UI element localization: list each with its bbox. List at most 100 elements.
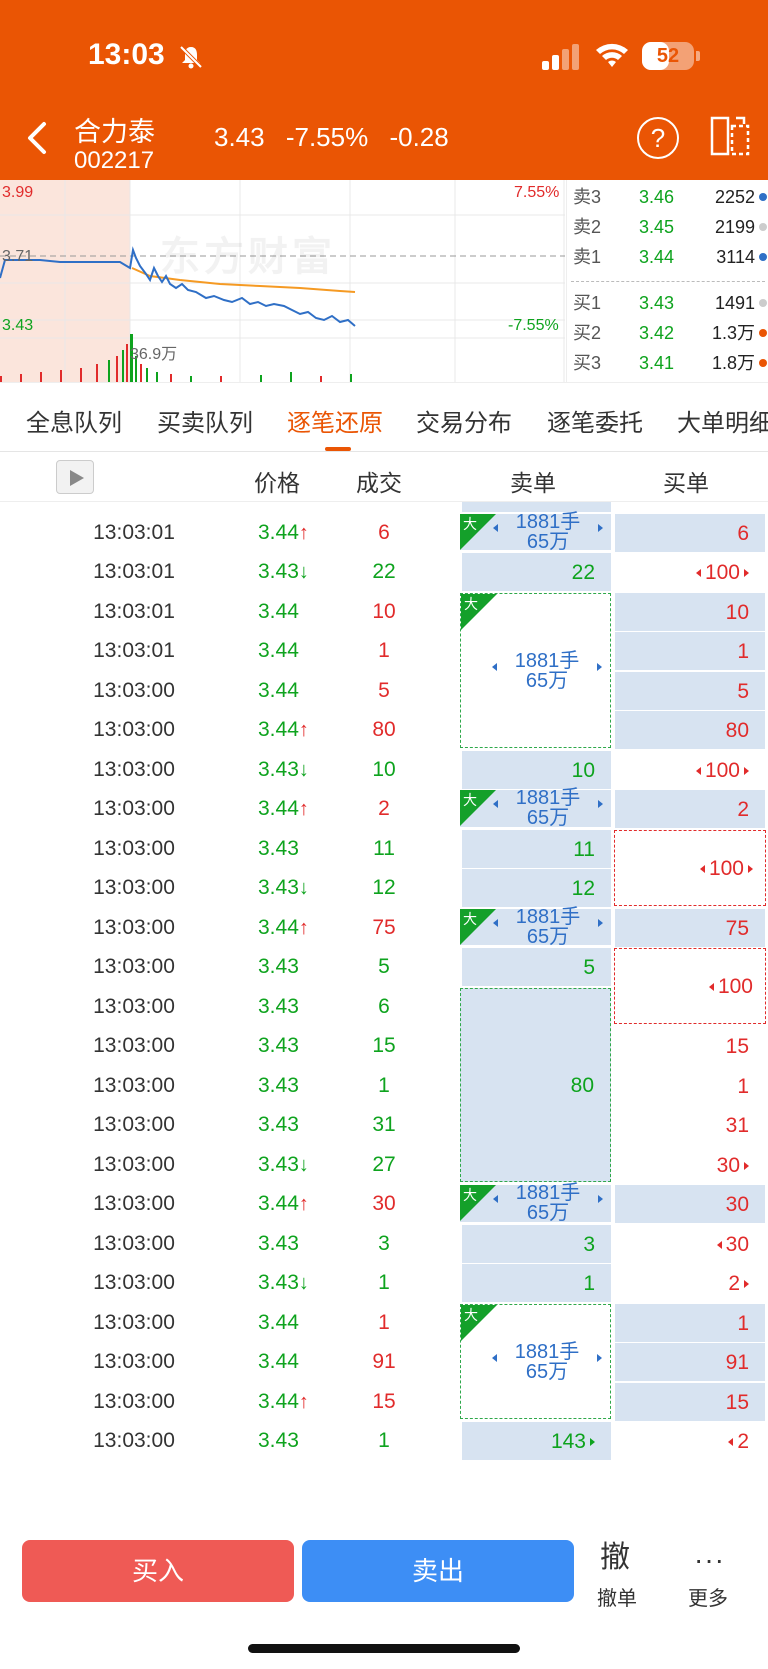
big-order-block[interactable]: 大 1881手 65万 [460,1183,611,1223]
tab-tick-restore[interactable]: 逐笔还原 [287,403,383,438]
wifi-icon [596,43,628,67]
more-icon[interactable]: ··· [694,1544,725,1576]
buy-order-cell[interactable]: 15 [615,1382,765,1421]
big-order-block[interactable]: 大 1881手 65万 [460,788,611,828]
big-order-block[interactable]: 大 1881手 65万 [460,592,611,748]
buy-order-cell[interactable]: 2 [615,1422,765,1460]
trade-row[interactable]: 13:03:00 3.44↑ 30 30 [0,1183,768,1225]
trade-row[interactable]: 13:03:00 3.43↓ 1 1 2 [0,1262,768,1304]
buy-order-cell[interactable]: 30 [615,1225,765,1263]
order-book-level: 买1 [573,293,602,313]
big-order-flag-text: 大 [464,1306,478,1323]
sell-order-value: 3 [583,1232,595,1256]
tab-bid-ask-queue[interactable]: 买卖队列 [157,403,253,438]
sell-order-cell[interactable]: 143 [462,1422,611,1460]
buy-order-cell[interactable]: 31 [615,1106,765,1144]
sell-order-cell[interactable]: 11 [462,829,611,868]
switch-layout-icon[interactable] [708,114,752,158]
tab-tick-orders[interactable]: 逐笔委托 [547,403,643,438]
big-order-block[interactable]: 大 1881手 65万 [460,1303,611,1419]
buy-order-cell[interactable]: 1 [615,1067,765,1105]
trade-price: 3.43↓ [258,1152,309,1176]
order-book-row[interactable]: 买1 3.43 1491 [567,288,768,318]
trade-list[interactable]: 13:03:023.43↓345810013:03:013.44↑6613:03… [0,502,768,1532]
sell-order-cell[interactable]: 1 [462,1264,611,1302]
sell-order-cell[interactable]: 5 [462,948,611,986]
trade-row[interactable]: 13:03:01 3.43↓ 22 22 100 [0,551,768,593]
buy-order-cell[interactable]: 30 [615,1185,765,1223]
trade-row[interactable]: 13:03:00 3.43 1 1 [0,1065,768,1107]
buy-order-cell[interactable]: 5 [615,671,765,710]
trade-row[interactable]: 13:03:00 3.43 3 3 30 [0,1223,768,1265]
order-book-row[interactable]: 买2 3.42 1.3万 [567,318,768,348]
play-button[interactable] [56,460,94,494]
trade-row[interactable]: 13:03:00 3.43 15 15 [0,1025,768,1067]
trade-row[interactable]: 13:03:00 3.44 1 1 [0,1302,768,1344]
trade-row[interactable]: 13:03:01 3.44↑ 6 6 [0,512,768,554]
trade-row[interactable]: 13:03:00 3.43 1 143 2 [0,1420,768,1462]
big-order-block[interactable]: 大 1881手 65万 [460,512,611,552]
back-arrow-icon[interactable] [22,118,52,158]
trade-row[interactable]: 13:03:00 3.44↑ 80 80 [0,709,768,751]
sell-order-cell[interactable]: 10 [462,750,611,789]
order-book-row[interactable]: 买3 3.41 1.8万 [567,348,768,378]
big-order-lots: 1881手 [514,1341,580,1364]
sell-order-cell[interactable]: 12 [462,869,611,907]
buy-order-cell[interactable]: 80 [615,711,765,749]
cancel-order-label[interactable]: 撤单 [597,1582,637,1611]
merged-buy-block[interactable]: 100 [614,829,766,906]
order-book-row[interactable]: 卖3 3.46 2252 [567,182,768,212]
buy-order-cell[interactable]: 75 [615,908,765,947]
trade-row[interactable]: 13:03:00 3.44↑ 15 15 [0,1381,768,1423]
buy-order-cell[interactable]: 15 [615,1027,765,1065]
trade-row[interactable]: 13:03:00 3.43↓ 10 10 100 [0,749,768,791]
order-book-row[interactable]: 卖2 3.45 2199 [567,212,768,242]
help-icon[interactable]: ? [637,117,679,159]
order-book-price: 3.44 [639,247,675,267]
big-order-block[interactable]: 大 1881手 65万 [460,907,611,947]
buy-order-value: 15 [725,1035,749,1058]
order-book[interactable]: 卖3 3.46 2252 卖2 3.45 2199 卖1 3.44 3114 买1 3.43 1491… [566,180,768,382]
big-order-flag-text: 大 [463,910,477,927]
trade-price: 3.44 [258,639,299,662]
trade-row[interactable]: 13:03:00 3.44↑ 75 75 [0,907,768,949]
sell-button[interactable]: 卖出 [302,1540,574,1602]
buy-order-cell[interactable]: 6 [615,513,765,552]
trade-row[interactable]: 13:03:00 3.44↑ 2 2 [0,788,768,830]
trade-volume: 10 [372,757,396,781]
trade-price: 3.44↑ [258,915,309,939]
buy-order-cell[interactable]: 100 [615,553,765,591]
buy-button[interactable]: 买入 [22,1540,294,1602]
buy-order-cell[interactable]: 10 [615,592,765,631]
buy-order-value: 100 [696,759,749,783]
big-order-flag-text: 大 [464,595,478,612]
trade-row[interactable]: 13:03:00 3.44 5 5 [0,670,768,712]
more-label[interactable]: 更多 [688,1582,728,1611]
trade-row[interactable]: 13:03:00 3.44 91 91 [0,1341,768,1383]
buy-order-cell[interactable]: 1 [615,632,765,670]
sell-order-cell[interactable]: 22 [462,553,611,591]
buy-order-cell[interactable]: 30 [615,1146,765,1184]
buy-order-cell[interactable]: 100 [615,751,765,789]
buy-order-cell[interactable]: 2 [615,1264,765,1302]
big-order-text: 1881手 65万 [493,788,603,828]
trade-row[interactable]: 13:03:00 3.43↓ 27 30 [0,1144,768,1186]
order-book-row[interactable]: 卖1 3.44 3114 [567,242,768,272]
trade-row[interactable]: 13:03:00 3.43 31 31 [0,1104,768,1146]
buy-order-cell[interactable]: 91 [615,1343,765,1381]
trade-row[interactable]: 13:03:01 3.44 1 1 [0,630,768,672]
buy-order-cell[interactable]: 1 [615,1303,765,1342]
tab-big-order-detail[interactable]: 大单明细 [677,403,768,438]
order-book-level: 卖1 [573,247,602,267]
tab-trade-distribution[interactable]: 交易分布 [416,403,512,438]
stock-name: 合力泰 [74,117,155,147]
merged-sell-block[interactable]: 80 [460,987,611,1182]
merged-buy-block[interactable]: 100 [614,948,766,1024]
buy-order-cell[interactable]: 2 [615,790,765,828]
cancel-order-icon[interactable]: 撤 [600,1532,630,1576]
trade-row[interactable]: 13:03:01 3.44 10 10 [0,591,768,633]
trade-time: 13:03:00 [93,757,175,781]
tab-full-queue[interactable]: 全息队列 [26,403,122,438]
buy-order-cell[interactable]: 100 [615,502,765,512]
sell-order-cell[interactable]: 3 [462,1224,611,1263]
